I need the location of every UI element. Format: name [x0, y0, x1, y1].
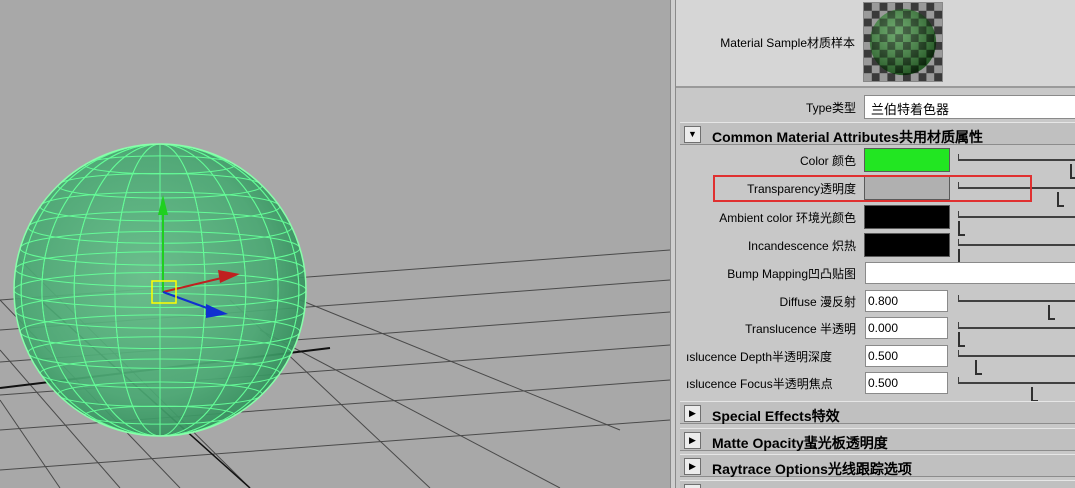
section-title: Matte Opacity蜚光板透明度	[712, 435, 888, 451]
material-sample-label: Material Sample材质样本	[720, 36, 855, 50]
common-material-attributes-header[interactable]: ▼ Common Material Attributes共用材质属性	[680, 122, 1075, 145]
material-sample-panel: Material Sample材质样本	[676, 0, 1075, 88]
diffuse-input[interactable]: 0.800	[865, 290, 948, 312]
translucence-focus-label: ıslucence Focus半透明焦点	[686, 377, 833, 391]
incandescence-row: Incandescence 炽热	[676, 232, 1075, 264]
color-label: Color 颜色	[799, 154, 856, 168]
bump-mapping-field[interactable]	[865, 262, 1075, 284]
diffuse-label: Diffuse 漫反射	[779, 295, 856, 309]
translucence-input[interactable]: 0.000	[865, 317, 948, 339]
color-swatch[interactable]	[864, 148, 950, 172]
type-row: Type类型 兰伯特着色器	[676, 94, 1075, 120]
bump-mapping-row: Bump Mapping凹凸贴图	[676, 260, 1075, 286]
incandescence-label: Incandescence 炽热	[747, 239, 856, 253]
perspective-viewport[interactable]	[0, 0, 670, 488]
slider-thumb[interactable]	[1030, 387, 1038, 402]
collapse-arrow-icon[interactable]: ▼	[684, 126, 701, 143]
translucence-focus-slider[interactable]	[958, 377, 1075, 402]
type-label: Type类型	[805, 101, 856, 115]
incandescence-slider[interactable]	[958, 239, 1075, 264]
special-effects-header[interactable]: ▶ Special Effects特效	[680, 401, 1075, 424]
expand-arrow-icon[interactable]: ▶	[684, 458, 701, 475]
section-title: Special Effects特效	[712, 408, 840, 424]
next-section-header[interactable]	[680, 480, 1075, 488]
expand-arrow-icon[interactable]: ▶	[684, 432, 701, 449]
color-row: Color 颜色	[676, 147, 1075, 179]
incandescence-swatch[interactable]	[864, 233, 950, 257]
translucence-depth-row: ıslucence Depth半透明深度 0.500	[676, 343, 1075, 375]
transparency-highlight-box	[713, 175, 1032, 202]
section-title: Raytrace Options光线跟踪选项	[712, 461, 912, 477]
attribute-editor: Material Sample材质样本 Type类型 兰伯特着色器 ▼ Comm…	[676, 0, 1075, 488]
material-sample-swatch	[863, 2, 943, 82]
wireframe-sphere[interactable]	[13, 143, 307, 437]
ambient-color-row: Ambient color 环境光颜色	[676, 204, 1075, 236]
translucence-slider[interactable]	[958, 322, 1075, 347]
viewport-canvas[interactable]	[0, 0, 670, 488]
ambient-color-slider[interactable]	[958, 211, 1075, 236]
diffuse-slider[interactable]	[958, 295, 1075, 320]
raytrace-options-header[interactable]: ▶ Raytrace Options光线跟踪选项	[680, 454, 1075, 477]
translucence-focus-input[interactable]: 0.500	[865, 372, 948, 394]
expand-arrow-icon[interactable]: ▶	[684, 405, 701, 422]
type-field[interactable]: 兰伯特着色器	[864, 95, 1075, 119]
translucence-depth-label: ıslucence Depth半透明深度	[686, 350, 833, 364]
ambient-color-label: Ambient color 环境光颜色	[719, 211, 856, 225]
section-title: Common Material Attributes共用材质属性	[712, 129, 983, 145]
color-slider[interactable]	[958, 154, 1075, 179]
expand-arrow-icon[interactable]	[684, 484, 701, 488]
translucence-row: Translucence 半透明 0.000	[676, 315, 1075, 347]
translucence-depth-slider[interactable]	[958, 350, 1075, 375]
bump-mapping-label: Bump Mapping凹凸贴图	[727, 267, 856, 281]
translucence-label: Translucence 半透明	[745, 322, 856, 336]
translucence-depth-input[interactable]: 0.500	[865, 345, 948, 367]
diffuse-row: Diffuse 漫反射 0.800	[676, 288, 1075, 320]
translucence-focus-row: ıslucence Focus半透明焦点 0.500	[676, 370, 1075, 402]
ambient-color-swatch[interactable]	[864, 205, 950, 229]
matte-opacity-header[interactable]: ▶ Matte Opacity蜚光板透明度	[680, 428, 1075, 451]
